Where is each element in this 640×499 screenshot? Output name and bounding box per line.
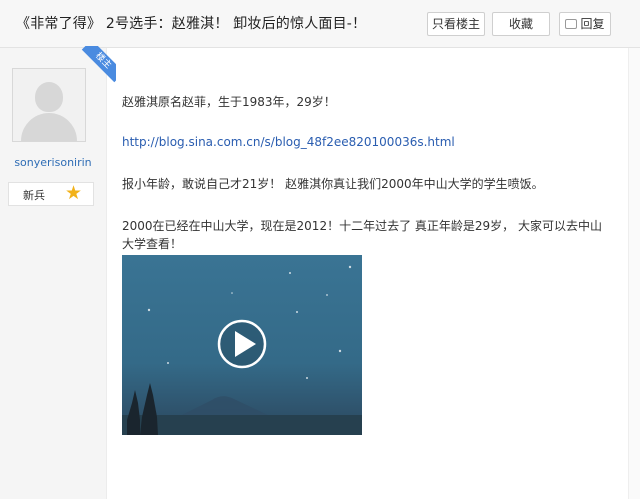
video-player[interactable] <box>122 255 362 435</box>
post-paragraph: 赵雅淇原名赵菲，生于1983年，29岁！ <box>122 95 336 109</box>
only-op-button[interactable]: 只看楼主 <box>427 12 485 36</box>
post-title: 《非常了得》 2号选手：赵雅淇！ 卸妆后的惊人面目-！ <box>16 16 367 32</box>
op-badge-label: 楼主 <box>81 46 116 83</box>
avatar-body <box>21 113 77 141</box>
rank-label: 新兵 <box>23 189 45 202</box>
video-thumbnail <box>122 255 362 435</box>
star-icon: ★ <box>65 182 83 204</box>
author-username[interactable]: sonyerisonirin <box>0 156 106 169</box>
blog-link[interactable]: http://blog.sina.com.cn/s/blog_48f2ee820… <box>122 133 455 151</box>
play-icon <box>217 319 267 369</box>
post-paragraph: 2000在已经在中山大学，现在是2012！十二年过去了 真正年龄是29岁， 大家… <box>122 219 602 251</box>
post-header: 《非常了得》 2号选手：赵雅淇！ 卸妆后的惊人面目-！ 只看楼主 收藏 回复 <box>0 0 640 48</box>
reply-button-label: 回复 <box>580 17 605 31</box>
post-paragraph: 报小年龄，敢说自己才21岁！ 赵雅淇你真让我们2000年中山大学的学生喷饭。 <box>122 177 544 191</box>
avatar-head <box>35 82 63 112</box>
reply-icon <box>565 19 578 29</box>
favorite-button[interactable]: 收藏 <box>492 12 550 36</box>
author-sidebar: 楼主 sonyerisonirin 新兵 ★ <box>0 46 116 499</box>
op-badge: 楼主 <box>72 46 116 86</box>
author-rank: 新兵 ★ <box>8 182 94 206</box>
reply-button[interactable]: 回复 <box>559 12 611 36</box>
scrollbar[interactable] <box>628 48 640 499</box>
